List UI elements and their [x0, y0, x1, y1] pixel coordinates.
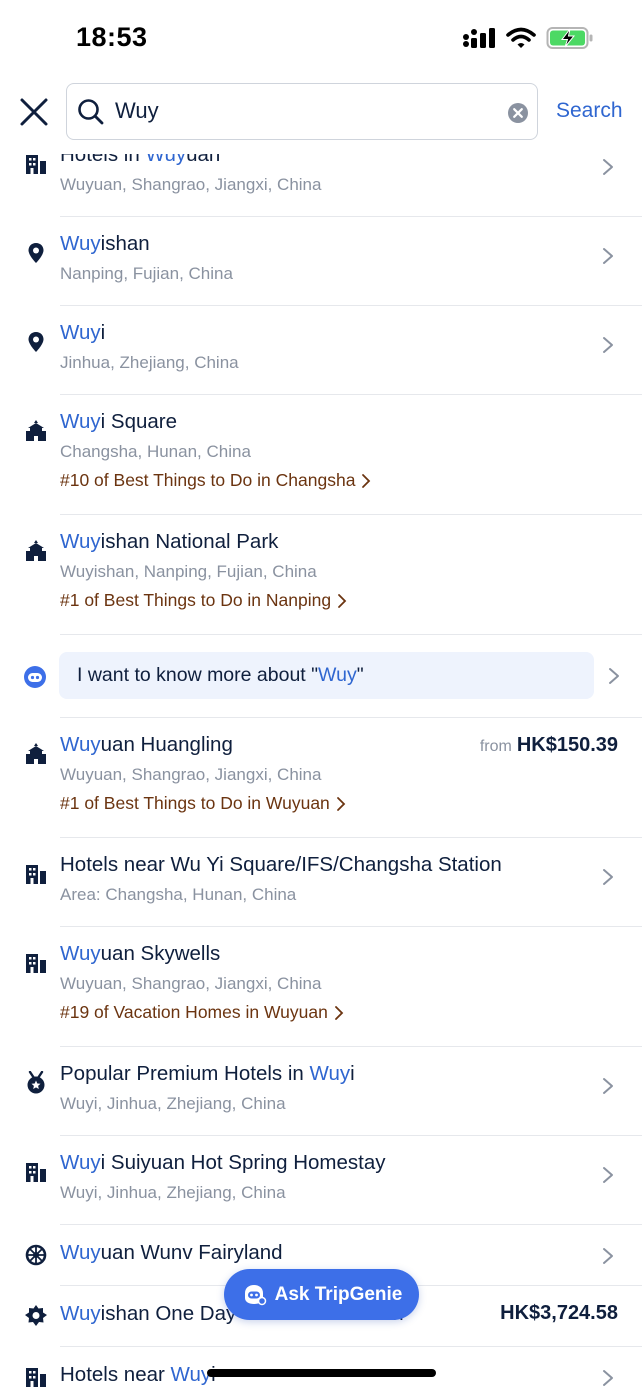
attraction-icon [26, 743, 46, 764]
result-title: Wuyishan National Park [60, 530, 279, 553]
result-title: Wuyuan Skywells [60, 942, 221, 965]
chevron-right-icon [603, 248, 613, 264]
hotel-icon [26, 954, 46, 973]
result-title: Hotels in Wuyuan [60, 154, 221, 166]
attraction-icon [26, 420, 46, 441]
result-subtitle: Wuyuan, Shangrao, Jiangxi, China [60, 175, 322, 194]
list-item[interactable]: Wuyi Suiyuan Hot Spring Homestay Wuyi, J… [0, 1136, 642, 1225]
cellular-signal-icon [463, 28, 495, 48]
result-title: Wuyuan Huangling [60, 733, 233, 756]
result-title: Popular Premium Hotels in Wuyi [60, 1062, 355, 1085]
ai-prompt-text[interactable]: I want to know more about "Wuy" [59, 652, 594, 699]
price-label: from HK$150.39 [479, 734, 618, 756]
list-item[interactable]: Wuyi Jinhua, Zhejiang, China [0, 306, 642, 395]
search-button[interactable]: Search [556, 99, 623, 123]
result-title: Wuyi Square [60, 410, 177, 433]
ranking-link[interactable]: #19 of Vacation Homes in Wuyuan [60, 1002, 344, 1023]
result-subtitle: Wuyuan, Shangrao, Jiangxi, China [60, 765, 322, 784]
result-subtitle: Jinhua, Zhejiang, China [60, 353, 239, 372]
chevron-right-icon [336, 796, 346, 811]
hotel-icon [26, 1163, 46, 1182]
result-subtitle: Wuyuan, Shangrao, Jiangxi, China [60, 974, 322, 993]
chevron-right-icon [603, 1370, 613, 1386]
result-subtitle: Wuyi, Jinhua, Zhejiang, China [60, 1183, 286, 1202]
hotel-icon [26, 1368, 46, 1387]
theme-park-icon [25, 1244, 47, 1266]
tripgenie-bot-icon [24, 666, 46, 688]
search-input[interactable] [115, 84, 495, 138]
result-subtitle: Wuyi, Jinhua, Zhejiang, China [60, 1094, 286, 1113]
chevron-right-icon [609, 668, 619, 684]
hotel-icon [26, 865, 46, 884]
result-title: Hotels near Wuyi [60, 1363, 216, 1386]
status-time: 18:53 [76, 22, 148, 52]
results-list: Hotels in Wuyuan Wuyuan, Shangrao, Jiang… [0, 154, 642, 1389]
ai-prompt-row[interactable]: I want to know more about "Wuy" [0, 635, 642, 718]
chevron-right-icon [334, 1005, 344, 1020]
result-title: Wuyuan Wunv Fairyland [60, 1241, 283, 1264]
result-title: Hotels near Wu Yi Square/IFS/Changsha St… [60, 853, 502, 876]
ask-tripgenie-button[interactable]: Ask TripGenie [224, 1269, 419, 1320]
chevron-right-icon [603, 159, 613, 175]
clear-input-icon[interactable] [507, 102, 529, 124]
status-icons [462, 26, 594, 50]
list-item[interactable]: Hotels near Wuyi [0, 1347, 642, 1389]
ranking-link[interactable]: #10 of Best Things to Do in Changsha [60, 470, 371, 491]
attraction-icon [26, 540, 46, 561]
chevron-right-icon [603, 1078, 613, 1094]
list-item[interactable]: Hotels in Wuyuan Wuyuan, Shangrao, Jiang… [0, 154, 642, 217]
chevron-right-icon [603, 337, 613, 353]
ranking-link[interactable]: #1 of Best Things to Do in Nanping [60, 590, 347, 611]
chevron-right-icon [603, 1167, 613, 1183]
close-icon[interactable] [18, 96, 50, 128]
location-pin-icon [28, 332, 44, 352]
list-item[interactable]: Popular Premium Hotels in Wuyi Wuyi, Jin… [0, 1047, 642, 1136]
chevron-right-icon [603, 869, 613, 885]
search-box[interactable] [66, 83, 538, 140]
result-subtitle: Changsha, Hunan, China [60, 442, 251, 461]
result-title: Wuyi [60, 321, 106, 344]
tripgenie-bot-icon [244, 1284, 266, 1305]
home-indicator [207, 1369, 436, 1377]
list-item[interactable]: Wuyuan Huangling from HK$150.39 Wuyuan, S… [0, 718, 642, 838]
location-pin-icon [28, 243, 44, 263]
wifi-icon [506, 27, 536, 48]
chevron-right-icon [603, 1248, 613, 1264]
result-subtitle: Wuyishan, Nanping, Fujian, China [60, 562, 317, 581]
battery-charging-icon [546, 27, 593, 49]
list-item[interactable]: Wuyi Square Changsha, Hunan, China #10 o… [0, 395, 642, 515]
price-label: HK$3,724.58 [500, 1302, 618, 1324]
list-item[interactable]: Wuyuan Skywells Wuyuan, Shangrao, Jiangx… [0, 927, 642, 1047]
result-title: Wuyi Suiyuan Hot Spring Homestay [60, 1151, 386, 1174]
list-item[interactable]: Hotels near Wu Yi Square/IFS/Changsha St… [0, 838, 642, 927]
medal-icon [27, 1071, 45, 1094]
list-item[interactable]: Wuyishan Nanping, Fujian, China [0, 217, 642, 306]
ask-tripgenie-label: Ask TripGenie [274, 1283, 403, 1305]
result-title: Wuyishan [60, 232, 150, 255]
result-subtitle: Area: Changsha, Hunan, China [60, 885, 297, 904]
chevron-right-icon [338, 593, 347, 608]
search-icon [78, 99, 104, 125]
result-subtitle: Nanping, Fujian, China [60, 264, 233, 283]
status-bar: 18:53 [0, 0, 642, 78]
hotel-icon [26, 155, 46, 174]
tour-icon [25, 1305, 47, 1326]
ranking-link[interactable]: #1 of Best Things to Do in Wuyuan [60, 793, 346, 814]
chevron-right-icon [362, 473, 371, 488]
list-item[interactable]: Wuyishan National Park Wuyishan, Nanping… [0, 515, 642, 635]
search-header: Search [0, 78, 642, 154]
